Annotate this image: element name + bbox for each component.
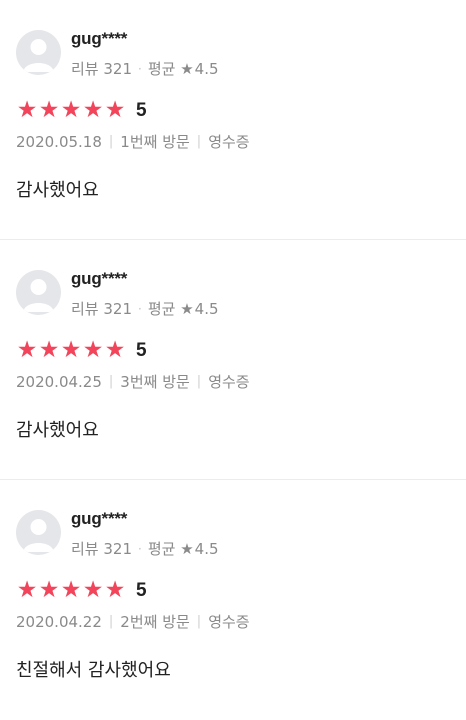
star-icon: ★ <box>82 577 104 603</box>
star-icon: ★ <box>38 97 60 123</box>
star-icon: ★ <box>16 97 38 123</box>
review-item: gug**** 리뷰 321 · 평균 ★ 4.5 ★ ★ ★ ★ ★ 5 2020.0… <box>0 240 466 480</box>
small-star-icon: ★ <box>175 299 194 318</box>
reviewer-stats: 리뷰 321 · 평균 ★ 4.5 <box>71 538 219 559</box>
star-icon: ★ <box>16 577 38 603</box>
star-icon: ★ <box>38 577 60 603</box>
user-avatar-icon[interactable] <box>16 510 61 555</box>
star-icon: ★ <box>104 577 126 603</box>
review-count: 리뷰 321 <box>71 300 132 318</box>
rating-stars: ★ ★ ★ ★ ★ <box>16 339 126 362</box>
info-separator: | <box>108 614 114 629</box>
rating-row: ★ ★ ★ ★ ★ 5 <box>16 339 147 362</box>
visit-info: 2020.05.18 | 1번째 방문 | 영수증 <box>16 131 250 152</box>
rating-stars: ★ ★ ★ ★ ★ <box>16 99 126 122</box>
receipt-badge: 영수증 <box>208 613 250 631</box>
rating-score: 5 <box>136 339 147 361</box>
rating-score: 5 <box>136 579 147 601</box>
star-icon: ★ <box>60 577 82 603</box>
review-date: 2020.04.25 <box>16 372 102 391</box>
star-icon: ★ <box>104 337 126 363</box>
reviewer-name[interactable]: gug**** <box>71 269 127 289</box>
reviewer-name[interactable]: gug**** <box>71 29 127 49</box>
review-text: 감사했어요 <box>16 420 99 441</box>
visit-info: 2020.04.22 | 2번째 방문 | 영수증 <box>16 611 250 632</box>
review-item: gug**** 리뷰 321 · 평균 ★ 4.5 ★ ★ ★ ★ ★ 5 2020.0… <box>0 480 466 720</box>
meta-separator-dot: · <box>138 301 142 316</box>
small-star-icon: ★ <box>175 59 194 78</box>
receipt-badge: 영수증 <box>208 133 250 151</box>
visit-info: 2020.04.25 | 3번째 방문 | 영수증 <box>16 371 250 392</box>
review-date: 2020.04.22 <box>16 612 102 631</box>
receipt-badge: 영수증 <box>208 373 250 391</box>
rating-score: 5 <box>136 99 147 121</box>
star-icon: ★ <box>60 97 82 123</box>
star-icon: ★ <box>82 337 104 363</box>
info-separator: | <box>196 134 202 149</box>
average-label: 평균 <box>147 300 176 318</box>
review-list: gug**** 리뷰 321 · 평균 ★ 4.5 ★ ★ ★ ★ ★ 5 2020.0… <box>0 0 466 720</box>
star-icon: ★ <box>82 97 104 123</box>
reviewer-stats: 리뷰 321 · 평균 ★ 4.5 <box>71 298 219 319</box>
average-value: 4.5 <box>194 299 219 318</box>
average-label: 평균 <box>147 540 176 558</box>
info-separator: | <box>196 374 202 389</box>
rating-row: ★ ★ ★ ★ ★ 5 <box>16 99 147 122</box>
review-text: 친절해서 감사했어요 <box>16 660 171 681</box>
reviewer-stats: 리뷰 321 · 평균 ★ 4.5 <box>71 58 219 79</box>
meta-separator-dot: · <box>138 61 142 76</box>
rating-stars: ★ ★ ★ ★ ★ <box>16 579 126 602</box>
visit-count: 3번째 방문 <box>120 373 190 391</box>
rating-row: ★ ★ ★ ★ ★ 5 <box>16 579 147 602</box>
small-star-icon: ★ <box>175 539 194 558</box>
user-avatar-icon[interactable] <box>16 30 61 75</box>
visit-count: 1번째 방문 <box>120 133 190 151</box>
info-separator: | <box>108 134 114 149</box>
review-text: 감사했어요 <box>16 180 99 201</box>
review-date: 2020.05.18 <box>16 132 102 151</box>
meta-separator-dot: · <box>138 541 142 556</box>
info-separator: | <box>196 614 202 629</box>
average-value: 4.5 <box>194 59 219 78</box>
star-icon: ★ <box>60 337 82 363</box>
info-separator: | <box>108 374 114 389</box>
star-icon: ★ <box>104 97 126 123</box>
review-count: 리뷰 321 <box>71 60 132 78</box>
visit-count: 2번째 방문 <box>120 613 190 631</box>
average-label: 평균 <box>147 60 176 78</box>
star-icon: ★ <box>16 337 38 363</box>
review-item: gug**** 리뷰 321 · 평균 ★ 4.5 ★ ★ ★ ★ ★ 5 2020.0… <box>0 0 466 240</box>
star-icon: ★ <box>38 337 60 363</box>
review-count: 리뷰 321 <box>71 540 132 558</box>
average-value: 4.5 <box>194 539 219 558</box>
reviewer-name[interactable]: gug**** <box>71 509 127 529</box>
user-avatar-icon[interactable] <box>16 270 61 315</box>
